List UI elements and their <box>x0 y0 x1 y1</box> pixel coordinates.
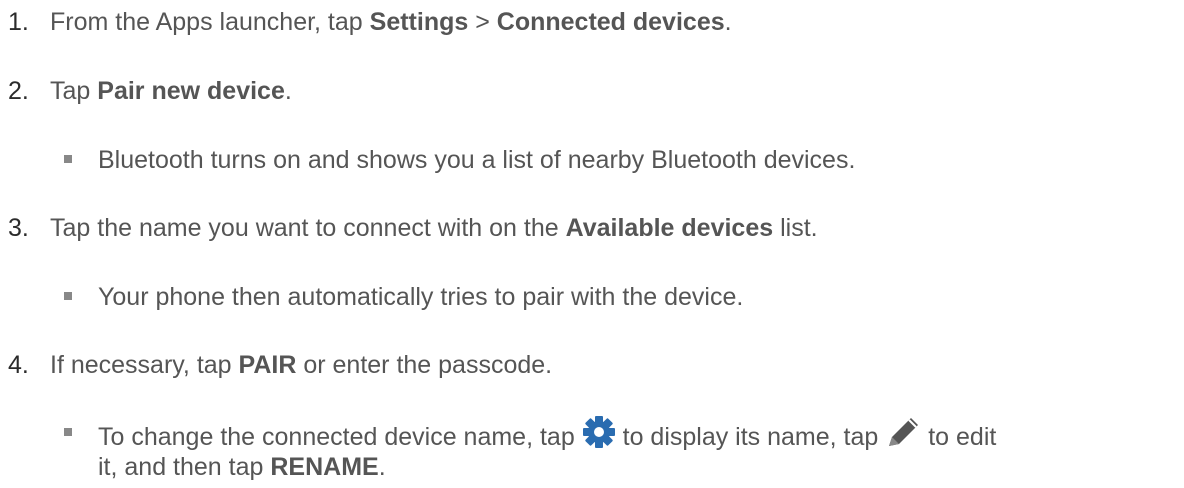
step-text: If necessary, tap PAIR or enter the pass… <box>50 351 553 379</box>
bullet-marker <box>64 155 72 163</box>
step-number: 4. <box>8 351 29 379</box>
connected-devices-label: Connected devices <box>496 8 725 36</box>
rename-label: RENAME <box>270 453 379 481</box>
settings-label: Settings <box>369 8 469 36</box>
pencil-icon <box>885 415 921 456</box>
bullet-marker <box>64 292 72 300</box>
pair-label: PAIR <box>238 351 297 379</box>
step-number: 3. <box>8 214 29 242</box>
available-devices-label: Available devices <box>565 214 774 242</box>
step-text: Tap the name you want to connect with on… <box>50 214 818 242</box>
gear-icon <box>582 415 616 456</box>
step-text: Tap Pair new device. <box>50 77 292 105</box>
note-text: Your phone then automatically tries to p… <box>98 283 744 311</box>
step-text: From the Apps launcher, tap Settings > C… <box>50 8 732 36</box>
step-number: 2. <box>8 77 29 105</box>
note-text: it, and then tap RENAME. <box>98 453 386 481</box>
bullet-marker <box>64 428 72 436</box>
pair-new-device-label: Pair new device <box>97 77 285 105</box>
step-number: 1. <box>8 8 29 36</box>
note-text: Bluetooth turns on and shows you a list … <box>98 146 856 174</box>
